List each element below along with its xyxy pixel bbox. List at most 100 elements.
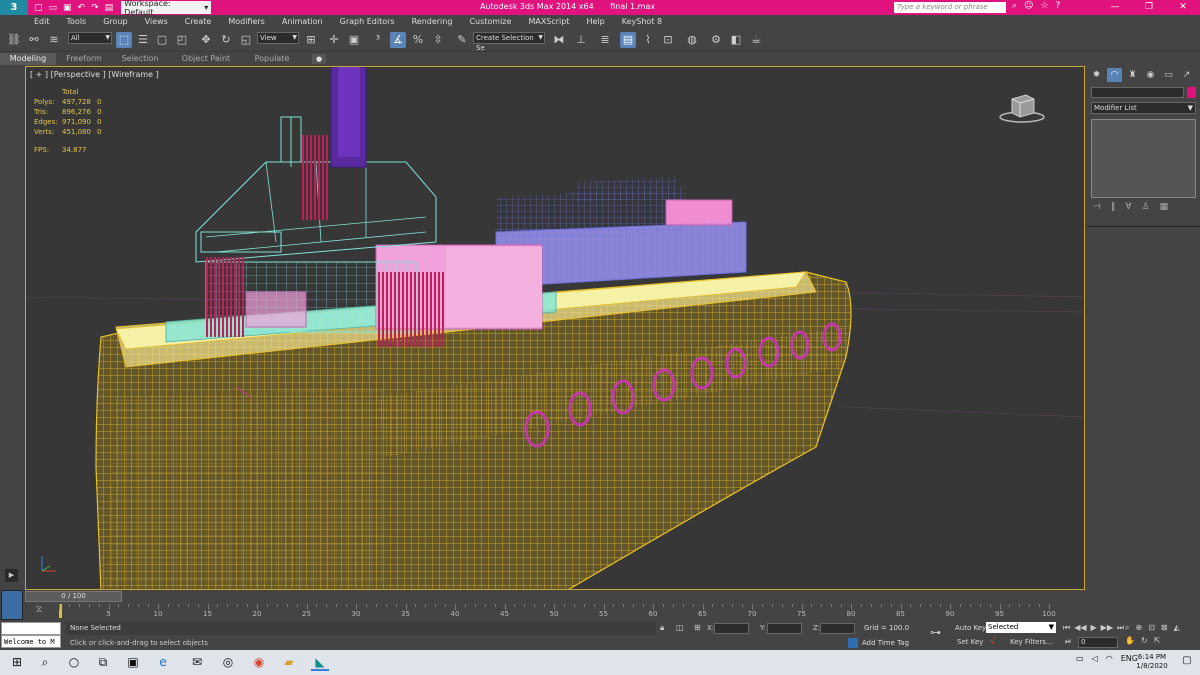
pan-icon[interactable]: ✋ bbox=[1125, 636, 1135, 645]
tab-selection[interactable]: Selection bbox=[112, 53, 168, 65]
key-icon[interactable]: ⊶ bbox=[930, 626, 941, 639]
time-slider[interactable]: 0 / 100 bbox=[0, 590, 1200, 604]
scene-explorer-icon[interactable]: ▤ bbox=[620, 32, 636, 48]
modify-tab-icon[interactable]: ◠ bbox=[1107, 68, 1122, 82]
modifier-stack[interactable] bbox=[1091, 119, 1196, 198]
task-view-icon[interactable]: ⧉ bbox=[94, 654, 112, 671]
mirror-icon[interactable]: ⧓ bbox=[551, 32, 567, 48]
maxscript-listener[interactable]: Welcome to M bbox=[1, 635, 61, 648]
motion-tab-icon[interactable]: ◉ bbox=[1143, 68, 1158, 82]
orbit-icon[interactable]: ↻ bbox=[1141, 636, 1148, 645]
window-crossing-icon[interactable]: ◰ bbox=[174, 32, 190, 48]
maximize-button[interactable]: ❐ bbox=[1132, 0, 1166, 15]
tab-modeling[interactable]: Modeling bbox=[0, 53, 56, 65]
app-logo-icon[interactable]: 3 bbox=[0, 0, 28, 15]
notifications-icon[interactable]: ▢ bbox=[1180, 655, 1194, 669]
render-setup-icon[interactable]: ⚙ bbox=[708, 32, 724, 48]
pin-stack-icon[interactable]: ⊣ bbox=[1093, 202, 1101, 212]
viewport-label[interactable]: [ + ] [Perspective ] [Wireframe ] bbox=[30, 70, 159, 79]
angle-snap-icon[interactable]: ∡ bbox=[390, 32, 406, 48]
schematic-view-icon[interactable]: ⊡ bbox=[660, 32, 676, 48]
select-and-manipulate-icon[interactable]: ✛ bbox=[326, 32, 342, 48]
transform-type-in-icon[interactable]: ⊞ bbox=[694, 623, 701, 632]
menu-edit[interactable]: Edit bbox=[34, 17, 50, 26]
key-mode-icon[interactable]: ⏯ bbox=[1065, 637, 1071, 647]
rectangular-selection-icon[interactable]: ▢ bbox=[154, 32, 170, 48]
go-to-start-icon[interactable]: ⏮ bbox=[1063, 623, 1070, 633]
selection-filter-dropdown[interactable]: All ▼ bbox=[68, 32, 112, 44]
mini-listener-panel[interactable] bbox=[1, 590, 23, 620]
cortana-icon[interactable]: ○ bbox=[65, 654, 83, 671]
keyboard-shortcut-icon[interactable]: ▣ bbox=[346, 32, 362, 48]
key-filters-button[interactable]: Key Filters... bbox=[1010, 638, 1053, 646]
ribbon-toggle-button[interactable]: ● bbox=[312, 54, 326, 64]
edge-icon[interactable]: e bbox=[154, 654, 172, 671]
object-color-swatch[interactable] bbox=[1187, 87, 1196, 98]
menu-tools[interactable]: Tools bbox=[67, 17, 87, 26]
menu-animation[interactable]: Animation bbox=[282, 17, 323, 26]
rotate-icon[interactable]: ↻ bbox=[218, 32, 234, 48]
open-file-icon[interactable]: ▭ bbox=[49, 3, 58, 13]
zoom-all-icon[interactable]: ⊕ bbox=[1135, 623, 1142, 633]
snaps-toggle-icon[interactable]: ³ bbox=[370, 32, 386, 48]
3ds-max-taskbar-icon[interactable]: ◣ bbox=[311, 654, 329, 671]
bind-space-warp-icon[interactable]: ≋ bbox=[46, 32, 62, 48]
select-by-name-icon[interactable]: ☰ bbox=[135, 32, 151, 48]
frame-ruler[interactable]: 5 10 15 20 25 30 35 40 45 50 55 60 65 70 75 80 85 90 95 100 bbox=[59, 604, 1059, 620]
mail-icon[interactable]: ✉ bbox=[188, 654, 206, 671]
show-end-result-icon[interactable]: ‖ bbox=[1111, 202, 1116, 212]
workspace-dropdown[interactable]: Workspace: Default ▾ bbox=[121, 0, 212, 17]
isolate-icon[interactable]: ◫ bbox=[676, 623, 684, 632]
help-icon[interactable]: ? bbox=[1056, 1, 1061, 11]
save-file-icon[interactable]: ▣ bbox=[63, 3, 72, 13]
spinner-snap-icon[interactable]: ⇳ bbox=[430, 32, 446, 48]
pivot-center-icon[interactable]: ⊞ bbox=[303, 32, 319, 48]
remove-modifier-icon[interactable]: ♙ bbox=[1142, 202, 1150, 212]
tab-object-paint[interactable]: Object Paint bbox=[168, 53, 244, 65]
edit-named-selection-icon[interactable]: ✎ bbox=[454, 32, 470, 48]
menu-customize[interactable]: Customize bbox=[469, 17, 511, 26]
create-tab-icon[interactable]: ✹ bbox=[1089, 68, 1104, 82]
y-coordinate-field[interactable] bbox=[767, 623, 802, 634]
menu-graph-editors[interactable]: Graph Editors bbox=[340, 17, 395, 26]
new-file-icon[interactable]: ▢ bbox=[34, 3, 43, 13]
modifier-list-dropdown[interactable]: Modifier List ▼ bbox=[1091, 102, 1196, 114]
hierarchy-tab-icon[interactable]: ♜ bbox=[1125, 68, 1140, 82]
set-key-button[interactable]: Set Key bbox=[957, 638, 983, 646]
align-icon[interactable]: ⊥ bbox=[573, 32, 589, 48]
redo-icon[interactable]: ↷ bbox=[91, 3, 99, 13]
chrome-icon[interactable]: ◉ bbox=[250, 654, 268, 671]
named-selection-set-dropdown[interactable]: Create Selection Se ▼ bbox=[473, 32, 545, 52]
project-folder-icon[interactable]: ▤ bbox=[105, 3, 114, 13]
perspective-viewport[interactable]: [ + ] [Perspective ] [Wireframe ] Total … bbox=[25, 66, 1085, 590]
volume-icon[interactable]: ◁ bbox=[1092, 654, 1098, 663]
curve-editor-icon[interactable]: ⌇ bbox=[640, 32, 656, 48]
menu-rendering[interactable]: Rendering bbox=[412, 17, 453, 26]
maximize-viewport-icon[interactable]: ⇱ bbox=[1154, 636, 1161, 645]
maxscript-listener-top[interactable] bbox=[1, 622, 61, 635]
store-icon[interactable]: ▣ bbox=[124, 654, 142, 671]
object-name-field[interactable] bbox=[1091, 87, 1184, 98]
configure-modifier-sets-icon[interactable]: ▦ bbox=[1160, 202, 1169, 212]
rendered-frame-window-icon[interactable]: ◧ bbox=[728, 32, 744, 48]
next-frame-icon[interactable]: ▶▶ bbox=[1101, 623, 1113, 633]
scale-icon[interactable]: ◱ bbox=[238, 32, 254, 48]
favorites-icon[interactable]: ☆ bbox=[1040, 1, 1048, 11]
auto-key-button[interactable]: Auto Key bbox=[955, 624, 986, 632]
menu-keyshot[interactable]: KeyShot 8 bbox=[622, 17, 662, 26]
select-object-icon[interactable]: ⬚ bbox=[116, 32, 132, 48]
field-of-view-icon[interactable]: ◭ bbox=[1174, 623, 1180, 633]
x-coordinate-field[interactable] bbox=[714, 623, 749, 634]
user-icon[interactable]: ☺ bbox=[1024, 1, 1033, 11]
search-icon[interactable]: ⌕ bbox=[36, 654, 54, 671]
lock-icon[interactable]: 🔒︎ bbox=[660, 623, 664, 633]
clock[interactable]: 6:14 PM 1/8/2020 bbox=[1132, 653, 1172, 671]
menu-maxscript[interactable]: MAXScript bbox=[528, 17, 569, 26]
tab-freeform[interactable]: Freeform bbox=[56, 53, 112, 65]
key-set-dropdown[interactable]: Selected ▼ bbox=[986, 622, 1056, 633]
menu-modifiers[interactable]: Modifiers bbox=[228, 17, 265, 26]
curve-editor-toggle-icon[interactable]: ⧖ bbox=[31, 605, 47, 618]
layer-manager-icon[interactable]: ≣ bbox=[597, 32, 613, 48]
unlink-icon[interactable]: ⚯ bbox=[26, 32, 42, 48]
make-unique-icon[interactable]: ∀ bbox=[1125, 202, 1131, 212]
